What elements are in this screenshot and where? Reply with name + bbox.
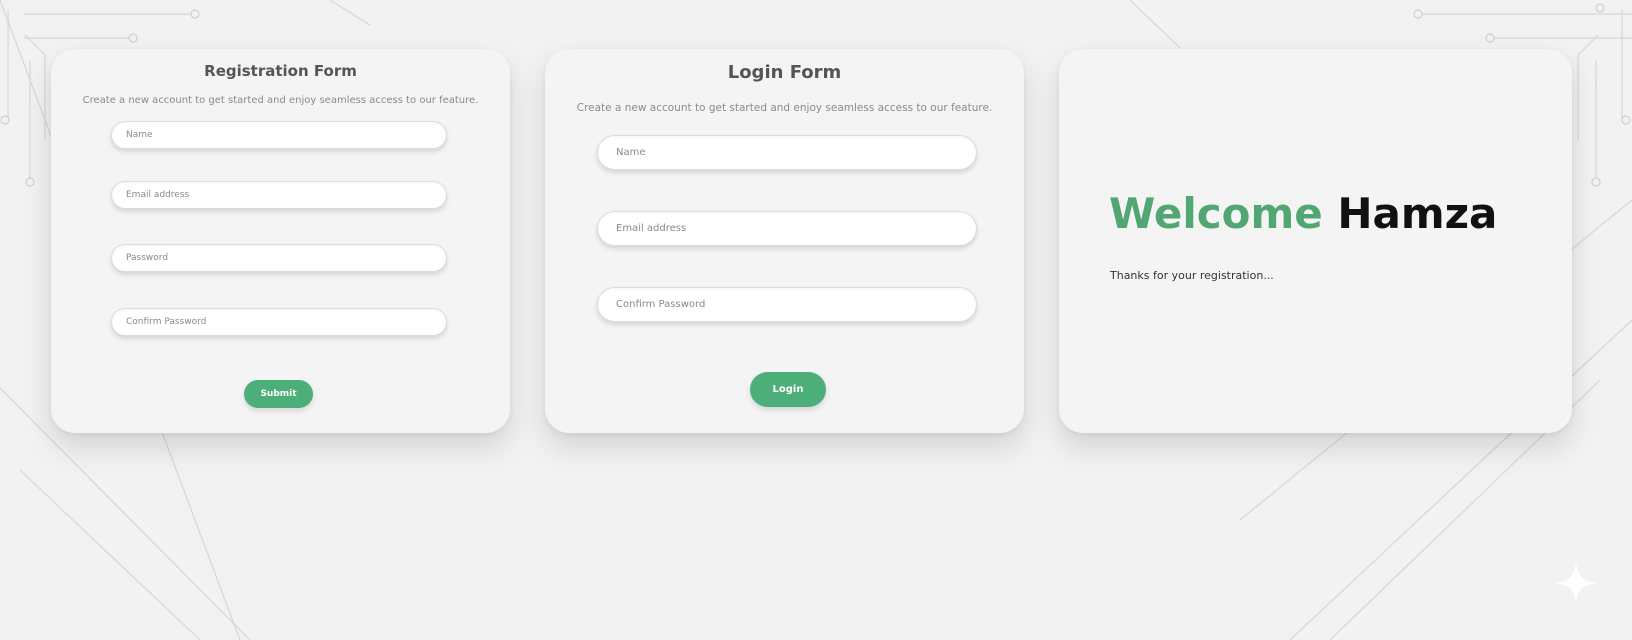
registration-title: Registration Form [204,62,357,80]
welcome-card: Welcome Hamza Thanks for your registrati… [1059,49,1572,433]
welcome-message: Thanks for your registration... [1110,269,1274,282]
sparkle-icon [1554,561,1598,605]
welcome-user-name: Hamza [1337,189,1498,238]
login-name-input[interactable] [597,135,977,170]
login-email-input[interactable] [597,211,977,246]
registration-card: Registration Form Create a new account t… [51,49,510,433]
registration-name-input[interactable] [111,121,447,149]
registration-email-input[interactable] [111,181,447,209]
login-button[interactable]: Login [750,372,826,407]
registration-password-input[interactable] [111,244,447,272]
registration-confirm-password-input[interactable] [111,308,447,336]
welcome-heading: Welcome Hamza [1109,189,1497,238]
login-subtitle: Create a new account to get started and … [576,102,993,114]
submit-button[interactable]: Submit [244,380,313,408]
welcome-word: Welcome [1109,189,1323,238]
login-card: Login Form Create a new account to get s… [545,49,1024,433]
registration-subtitle: Create a new account to get started and … [82,95,479,106]
login-title: Login Form [727,62,842,83]
login-confirm-password-input[interactable] [597,287,977,322]
